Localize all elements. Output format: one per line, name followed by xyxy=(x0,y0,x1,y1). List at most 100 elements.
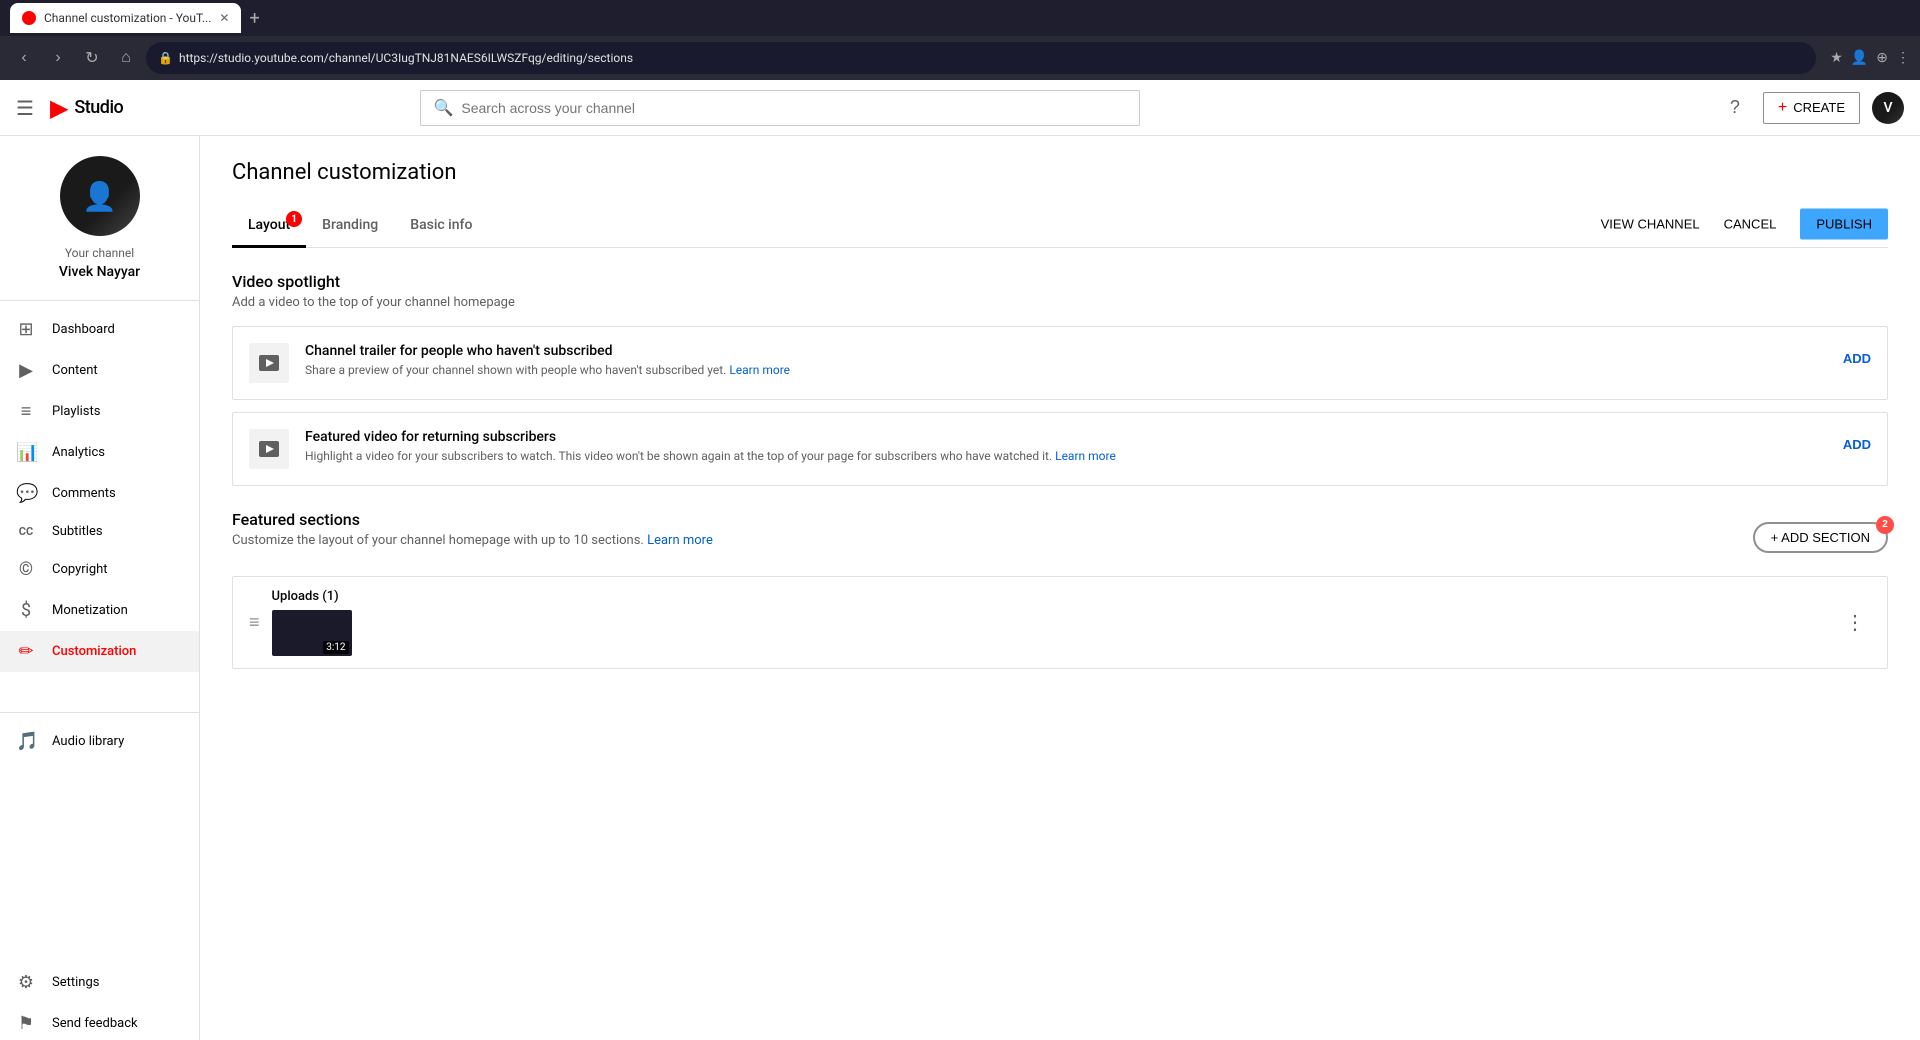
extensions-icon[interactable]: ⊕ xyxy=(1876,50,1888,66)
content-icon: ▶ xyxy=(16,360,36,381)
featured-video-icon xyxy=(249,429,289,469)
create-label: CREATE xyxy=(1793,100,1845,115)
layout-tab-badge: 1 xyxy=(286,211,302,227)
lock-icon: 🔒 xyxy=(158,51,173,65)
drag-handle-icon[interactable]: ≡ xyxy=(249,612,260,633)
monetization-icon: $ xyxy=(16,600,36,621)
sidebar-item-settings[interactable]: ⚙ Settings xyxy=(0,962,199,1003)
copyright-icon: © xyxy=(16,559,36,580)
sidebar-item-copyright[interactable]: © Copyright xyxy=(0,549,199,590)
uploads-more-options-button[interactable]: ⋮ xyxy=(1839,607,1871,639)
sidebar-item-label: Content xyxy=(52,363,98,378)
tabs-container: Layout 1 Branding Basic info VIEW CHANNE… xyxy=(232,205,1888,248)
search-icon: 🔍 xyxy=(433,98,453,117)
sidebar-item-playlists[interactable]: ≡ Playlists xyxy=(0,391,199,432)
channel-trailer-desc: Share a preview of your channel shown wi… xyxy=(305,363,1827,377)
channel-trailer-content: Channel trailer for people who haven't s… xyxy=(305,343,1827,377)
sidebar-item-comments[interactable]: 💬 Comments xyxy=(0,473,199,514)
main-layout: 👤 Your channel Vivek Nayyar ⊞ Dashboard … xyxy=(0,136,1920,1040)
sidebar-item-dashboard[interactable]: ⊞ Dashboard xyxy=(0,309,199,350)
create-button[interactable]: + CREATE xyxy=(1763,92,1860,124)
channel-trailer-title: Channel trailer for people who haven't s… xyxy=(305,343,1827,359)
sidebar-item-label: Copyright xyxy=(52,562,108,577)
sidebar-user-name: Vivek Nayyar xyxy=(59,264,140,280)
reload-button[interactable]: ↻ xyxy=(78,44,106,72)
tab-layout-label: Layout xyxy=(248,217,290,233)
view-channel-button[interactable]: VIEW CHANNEL xyxy=(1601,209,1700,240)
featured-sections-section: Featured sections Customize the layout o… xyxy=(232,510,1888,669)
featured-video-desc: Highlight a video for your subscribers t… xyxy=(305,449,1827,463)
tab-basic-info-label: Basic info xyxy=(410,217,472,233)
settings-icon: ⚙ xyxy=(16,972,36,993)
sidebar-item-analytics[interactable]: 📊 Analytics xyxy=(0,432,199,473)
tab-branding-label: Branding xyxy=(322,217,378,233)
sidebar-item-label: Playlists xyxy=(52,404,100,419)
sidebar-item-send-feedback[interactable]: ⚑ Send feedback xyxy=(0,1003,199,1040)
home-button[interactable]: ⌂ xyxy=(112,44,140,72)
sidebar-item-label: Audio library xyxy=(52,734,124,749)
sidebar-bottom: 🎵 Audio library ⚙ Settings ⚑ Send feedba… xyxy=(0,712,199,1040)
browser-nav-bar: ‹ › ↻ ⌂ 🔒 https://studio.youtube.com/cha… xyxy=(0,36,1920,80)
sidebar-user-section: 👤 Your channel Vivek Nayyar xyxy=(0,136,199,301)
customization-icon: ✏ xyxy=(16,641,36,662)
uploads-section: ≡ Uploads (1) 3:12 ⋮ xyxy=(232,576,1888,669)
user-avatar[interactable]: V xyxy=(1872,92,1904,124)
hamburger-menu-icon[interactable]: ☰ xyxy=(16,96,34,120)
back-button[interactable]: ‹ xyxy=(10,44,38,72)
thumbnail-duration: 3:12 xyxy=(323,641,348,654)
sidebar-item-label: Customization xyxy=(52,644,136,659)
sidebar-item-label: Settings xyxy=(52,975,99,990)
playlists-icon: ≡ xyxy=(16,401,36,422)
tab-branding[interactable]: Branding xyxy=(306,205,394,248)
add-section-button[interactable]: + ADD SECTION 2 xyxy=(1753,522,1888,553)
logo[interactable]: ▶ Studio xyxy=(50,94,123,122)
search-bar[interactable]: 🔍 xyxy=(420,90,1140,126)
featured-video-learn-more-link[interactable]: Learn more xyxy=(1055,449,1116,463)
sidebar-item-subtitles[interactable]: CC Subtitles xyxy=(0,514,199,549)
browser-tab[interactable]: Channel customization - YouT... ✕ xyxy=(10,3,241,33)
tab-favicon xyxy=(22,11,36,25)
sidebar-item-customization[interactable]: ✏ Customization xyxy=(0,631,199,672)
help-button[interactable]: ? xyxy=(1719,92,1751,124)
new-tab-button[interactable]: + xyxy=(249,8,259,29)
dashboard-icon: ⊞ xyxy=(16,319,36,340)
url-text: https://studio.youtube.com/channel/UC3Iu… xyxy=(179,51,633,65)
app: ☰ ▶ Studio 🔍 ? + CREATE V 👤 xyxy=(0,80,1920,1040)
sidebar-user-avatar[interactable]: 👤 xyxy=(60,156,140,236)
sidebar-channel-label: Your channel xyxy=(65,246,134,260)
tab-layout[interactable]: Layout 1 xyxy=(232,205,306,248)
channel-trailer-learn-more-link[interactable]: Learn more xyxy=(729,363,790,377)
add-section-badge: 2 xyxy=(1876,516,1894,534)
forward-button[interactable]: › xyxy=(44,44,72,72)
tab-close-button[interactable]: ✕ xyxy=(219,11,229,25)
uploads-title: Uploads (1) xyxy=(272,589,1827,604)
menu-icon[interactable]: ⋮ xyxy=(1896,50,1910,66)
sidebar-nav: ⊞ Dashboard ▶ Content ≡ Playlists 📊 Anal… xyxy=(0,301,199,680)
video-spotlight-section: Video spotlight Add a video to the top o… xyxy=(232,272,1888,486)
youtube-icon: ▶ xyxy=(50,94,68,122)
sidebar-item-audio-library[interactable]: 🎵 Audio library xyxy=(0,721,199,762)
tab-basic-info[interactable]: Basic info xyxy=(394,205,488,248)
featured-sections-learn-more-link[interactable]: Learn more xyxy=(647,533,713,548)
upload-thumbnail: 3:12 xyxy=(272,610,352,656)
channel-trailer-card: Channel trailer for people who haven't s… xyxy=(232,326,1888,400)
channel-trailer-icon xyxy=(249,343,289,383)
channel-trailer-add-button[interactable]: ADD xyxy=(1843,343,1871,374)
sidebar-item-content[interactable]: ▶ Content xyxy=(0,350,199,391)
top-header: ☰ ▶ Studio 🔍 ? + CREATE V xyxy=(0,80,1920,136)
bookmarks-icon[interactable]: ★ xyxy=(1830,50,1843,66)
search-input[interactable] xyxy=(461,100,1127,116)
publish-button[interactable]: PUBLISH xyxy=(1800,209,1888,240)
profile-icon[interactable]: 👤 xyxy=(1851,50,1868,66)
avatar-initial: V xyxy=(1883,100,1892,116)
sidebar-item-monetization[interactable]: $ Monetization xyxy=(0,590,199,631)
tab-actions: VIEW CHANNEL CANCEL PUBLISH xyxy=(1601,209,1888,244)
featured-sections-header: Featured sections Customize the layout o… xyxy=(232,510,1888,564)
address-bar[interactable]: 🔒 https://studio.youtube.com/channel/UC3… xyxy=(146,42,1816,74)
sidebar-item-label: Analytics xyxy=(52,445,105,460)
featured-sections-title: Featured sections xyxy=(232,510,713,529)
cancel-button[interactable]: CANCEL xyxy=(1712,209,1789,240)
add-section-label: + ADD SECTION xyxy=(1771,530,1870,545)
feedback-icon: ⚑ xyxy=(16,1013,36,1034)
featured-video-add-button[interactable]: ADD xyxy=(1843,429,1871,460)
